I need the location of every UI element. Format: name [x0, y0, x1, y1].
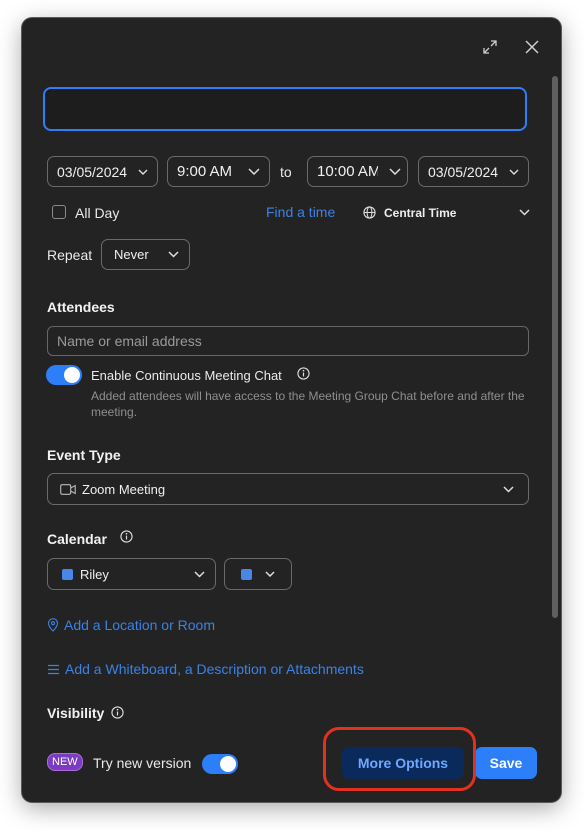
- chevron-down-icon: [509, 169, 519, 175]
- try-new-version-toggle[interactable]: [202, 754, 238, 774]
- toggle-knob: [220, 756, 236, 772]
- end-date-select[interactable]: 03/05/2024: [418, 156, 529, 187]
- close-icon[interactable]: [521, 36, 543, 58]
- chevron-down-icon: [265, 571, 275, 577]
- add-location-link[interactable]: Add a Location or Room: [47, 617, 215, 633]
- continuous-chat-note: Added attendees will have access to the …: [91, 389, 525, 419]
- continuous-chat-label: Enable Continuous Meeting Chat: [91, 368, 282, 383]
- new-meeting-dialog: 03/05/2024 9:00 AM to 10:00 AM 03/05/202…: [22, 18, 561, 802]
- visibility-heading: Visibility: [47, 705, 105, 721]
- find-a-time-link[interactable]: Find a time: [266, 204, 335, 220]
- info-icon[interactable]: [111, 706, 124, 724]
- text-lines-icon: [47, 664, 60, 675]
- start-time-select[interactable]: 9:00 AM: [167, 156, 270, 187]
- start-date-value: 03/05/2024: [57, 163, 128, 180]
- calendar-color-swatch: [62, 568, 73, 580]
- chevron-down-icon: [503, 485, 514, 493]
- globe-icon: [363, 206, 376, 219]
- calendar-value: Riley: [80, 566, 109, 582]
- location-pin-icon: [47, 618, 59, 632]
- continuous-chat-toggle[interactable]: [46, 365, 82, 385]
- attendees-input[interactable]: [47, 326, 529, 356]
- end-time-value: 10:00 AM: [317, 163, 378, 180]
- start-time-value: 9:00 AM: [177, 163, 233, 180]
- chevron-down-icon: [168, 251, 179, 258]
- save-button[interactable]: Save: [475, 747, 537, 779]
- calendar-select[interactable]: Riley: [47, 558, 216, 590]
- all-day-label: All Day: [75, 205, 120, 221]
- end-date-value: 03/05/2024: [428, 163, 499, 180]
- calendar-heading: Calendar: [47, 531, 107, 547]
- event-type-heading: Event Type: [47, 447, 121, 463]
- scrollbar-thumb[interactable]: [552, 76, 558, 618]
- chevron-down-icon: [194, 570, 205, 578]
- try-new-version-label: Try new version: [93, 755, 192, 771]
- find-a-time-label: Find a time: [266, 204, 336, 220]
- repeat-value: Never: [114, 247, 149, 262]
- add-whiteboard-label: Add a Whiteboard, a Description or Attac…: [65, 661, 364, 677]
- color-swatch: [241, 568, 252, 580]
- info-icon[interactable]: [120, 530, 133, 548]
- all-day-checkbox[interactable]: [52, 205, 66, 219]
- info-icon[interactable]: [297, 367, 310, 385]
- end-time-select[interactable]: 10:00 AM: [307, 156, 408, 187]
- event-type-value: Zoom Meeting: [82, 481, 166, 497]
- chevron-down-icon: [389, 168, 401, 175]
- chevron-down-icon: [248, 168, 260, 175]
- chevron-down-icon: [519, 209, 530, 216]
- chevron-down-icon: [138, 169, 148, 175]
- video-camera-icon: [60, 483, 76, 495]
- attendees-heading: Attendees: [47, 299, 115, 315]
- calendar-color-select[interactable]: [224, 558, 292, 590]
- repeat-label: Repeat: [47, 247, 93, 263]
- repeat-select[interactable]: Never: [101, 239, 190, 270]
- expand-icon[interactable]: [479, 36, 501, 58]
- new-badge: NEW: [47, 753, 83, 771]
- toggle-knob: [64, 367, 80, 383]
- to-label: to: [280, 164, 292, 180]
- add-location-label: Add a Location or Room: [64, 617, 215, 633]
- meeting-title-input[interactable]: [43, 87, 527, 131]
- timezone-value: Central Time: [384, 205, 457, 220]
- timezone-select[interactable]: Central Time: [363, 204, 530, 221]
- start-date-select[interactable]: 03/05/2024: [47, 156, 158, 187]
- add-whiteboard-link[interactable]: Add a Whiteboard, a Description or Attac…: [47, 661, 364, 677]
- more-options-button[interactable]: More Options: [342, 747, 464, 779]
- event-type-select[interactable]: Zoom Meeting: [47, 473, 529, 505]
